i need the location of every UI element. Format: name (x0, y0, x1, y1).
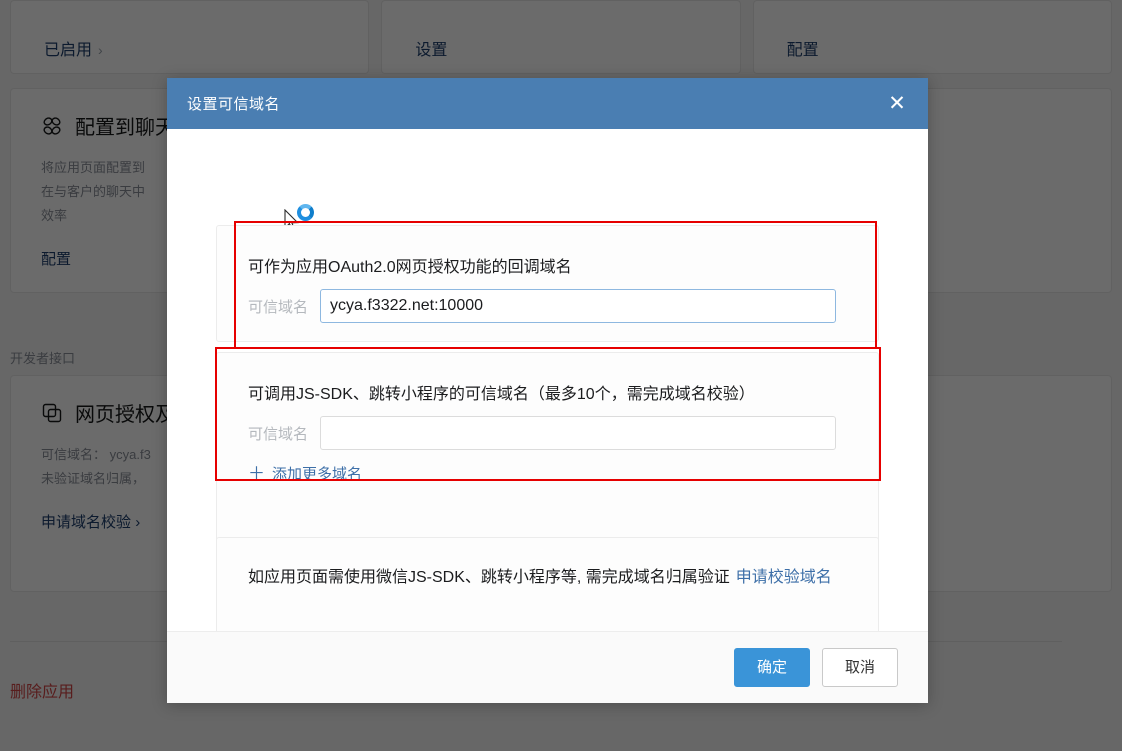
domain-verification-note: 如应用页面需使用微信JS-SDK、跳转小程序等, 需完成域名归属验证 申请校验域名 (248, 565, 848, 591)
jssdk-panel-heading: 可调用JS-SDK、跳转小程序的可信域名（最多10个，需完成域名校验） (248, 386, 755, 403)
plus-icon: ＋ (248, 464, 265, 483)
oauth-domain-input[interactable] (320, 289, 836, 323)
domain-verification-note-text: 如应用页面需使用微信JS-SDK、跳转小程序等, 需完成域名归属验证 (248, 569, 730, 586)
dialog-header: 设置可信域名 ✕ (167, 78, 928, 129)
close-icon[interactable]: ✕ (882, 89, 912, 119)
oauth-callback-panel: 可作为应用OAuth2.0网页授权功能的回调域名 可信域名 (216, 225, 879, 342)
oauth-domain-field-row: 可信域名 (248, 289, 836, 323)
jssdk-domain-input[interactable] (320, 416, 836, 450)
dialog-footer: 确定 取消 (167, 631, 928, 703)
cancel-button[interactable]: 取消 (821, 648, 898, 687)
dialog-title: 设置可信域名 (187, 96, 281, 113)
confirm-button[interactable]: 确定 (733, 648, 810, 687)
oauth-domain-field-label: 可信域名 (248, 298, 309, 316)
add-more-domain-label: 添加更多域名 (272, 466, 363, 483)
domain-verification-note-panel: 如应用页面需使用微信JS-SDK、跳转小程序等, 需完成域名归属验证 申请校验域名 (216, 537, 879, 631)
loading-spinner-icon (297, 204, 314, 221)
apply-verify-domain-link[interactable]: 申请校验域名 (736, 569, 832, 586)
trusted-domain-dialog: 设置可信域名 ✕ 可作为应用OAuth2.0网页授权功能的回调域名 可信域名 可… (167, 78, 928, 703)
dialog-body: 可作为应用OAuth2.0网页授权功能的回调域名 可信域名 可调用JS-SDK、… (167, 129, 928, 631)
jssdk-domain-field-label: 可信域名 (248, 425, 309, 443)
add-more-domain-button[interactable]: ＋ 添加更多域名 (248, 463, 362, 484)
jssdk-domain-field-row: 可信域名 (248, 416, 836, 450)
oauth-panel-heading: 可作为应用OAuth2.0网页授权功能的回调域名 (248, 259, 572, 276)
